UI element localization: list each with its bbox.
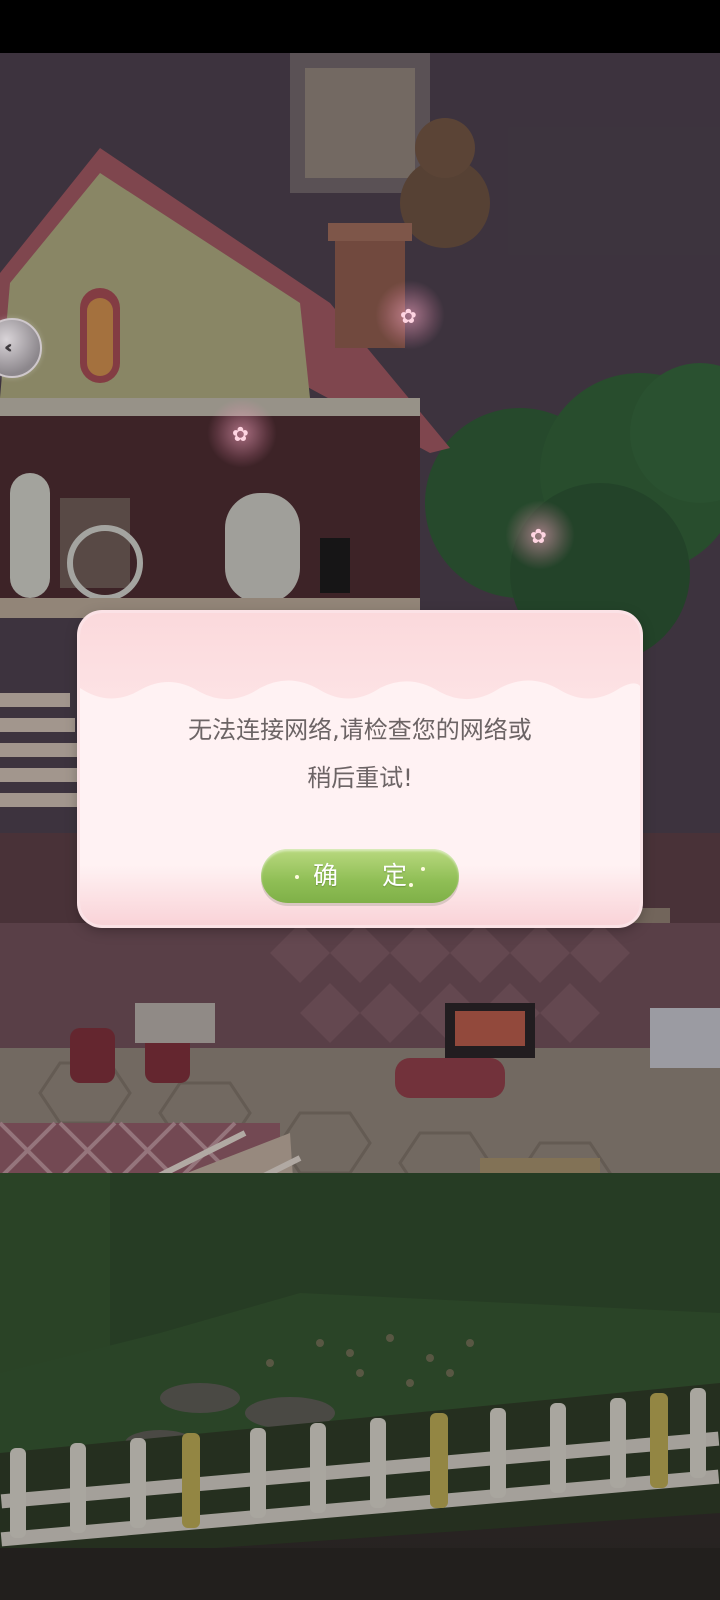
double-chevron-left-icon: ‹‹ (4, 337, 13, 358)
dialog-header-decoration (80, 613, 640, 708)
cloud-edge-decoration (80, 680, 640, 708)
confirm-button-label: 确 定 (313, 861, 425, 890)
flower-petal-icon: ✿ (232, 422, 249, 446)
game-screen: ✿ ✿ ✿ ‹‹ 无法连接网络,请检查您的网络或 稍后重试! 确 定 (0, 0, 720, 1600)
dialog-message-line-1: 无法连接网络,请检查您的网络或 (188, 716, 532, 744)
dialog-message: 无法连接网络,请检查您的网络或 稍后重试! (120, 706, 600, 802)
dialog-message-line-2: 稍后重试! (307, 764, 413, 792)
status-bar (0, 0, 720, 53)
sparkle-effect: ✿ (375, 280, 445, 350)
confirm-button[interactable]: 确 定 (261, 849, 459, 903)
sparkle-effect: ✿ (505, 500, 575, 570)
network-error-dialog: 无法连接网络,请检查您的网络或 稍后重试! 确 定 (80, 613, 640, 925)
flower-petal-icon: ✿ (400, 304, 417, 328)
sparkle-effect: ✿ (207, 398, 277, 468)
flower-petal-icon: ✿ (530, 524, 547, 548)
